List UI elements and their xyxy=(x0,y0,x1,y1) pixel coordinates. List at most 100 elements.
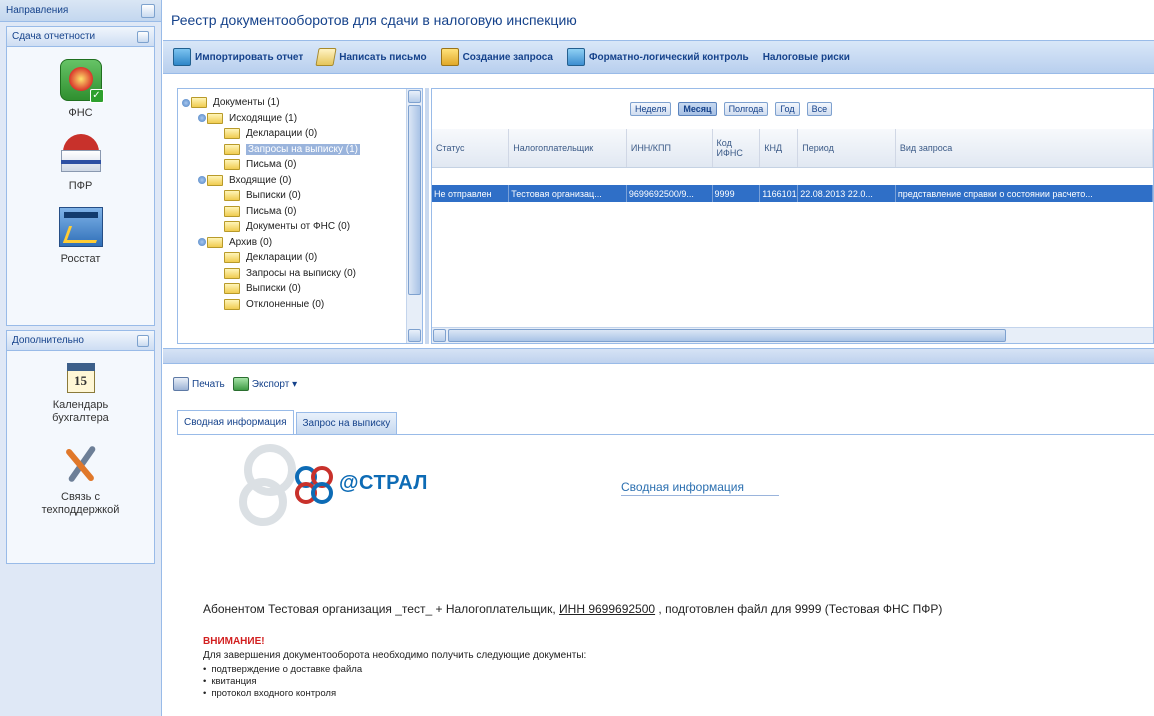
calendar-icon: 15 xyxy=(66,363,95,393)
rosstat-icon xyxy=(58,207,103,247)
table-cell: Не отправлен xyxy=(432,185,510,202)
grid-scroll-thumb[interactable] xyxy=(448,329,1006,342)
list-item: подтверждение о доставке файла xyxy=(203,664,362,676)
tree-item-label: Декларации (0) xyxy=(246,252,318,264)
tree-item[interactable]: Документы (1) xyxy=(178,95,406,111)
folder-icon xyxy=(224,252,240,264)
tree-item[interactable]: Декларации (0) xyxy=(178,126,406,142)
format-check-label: Форматно-логический контроль xyxy=(588,51,749,63)
folder-icon xyxy=(224,143,240,155)
grid-scroll-left-button[interactable] xyxy=(433,329,446,342)
horizontal-splitter[interactable] xyxy=(163,348,1154,364)
tree-scroll-down-button[interactable] xyxy=(408,329,421,342)
create-request-button[interactable]: Создание запроса xyxy=(440,48,553,66)
letter-icon xyxy=(315,48,337,66)
vertical-splitter[interactable] xyxy=(425,88,429,344)
column-header[interactable]: ИНН/КПП xyxy=(626,129,713,168)
tree-item-label: Письма (0) xyxy=(246,159,297,171)
tax-risks-label: Налоговые риски xyxy=(762,51,850,63)
tree-item[interactable]: Письма (0) xyxy=(178,204,406,220)
subscriber-suffix: , подготовлен файл для 9999 (Тестовая ФН… xyxy=(655,602,943,616)
tree-scroll-thumb[interactable] xyxy=(408,105,421,295)
tree-scroll-up-button[interactable] xyxy=(408,90,421,103)
nav-group-reporting-collapse-button[interactable] xyxy=(137,30,149,43)
subscriber-prefix: Абонентом Тестовая организация _тест_ + … xyxy=(203,602,560,616)
navigation-header: Направления xyxy=(0,0,161,22)
expand-toggle-icon[interactable] xyxy=(182,98,190,107)
nav-item-rosstat-label: Росстат xyxy=(60,253,101,265)
nav-group-additional-header[interactable]: Дополнительно xyxy=(7,331,154,351)
period-button[interactable]: Все xyxy=(806,102,833,116)
expand-toggle-icon[interactable] xyxy=(198,238,206,247)
tree-item-label: Выписки (0) xyxy=(246,190,301,202)
astral-logo-icon xyxy=(295,466,333,504)
tree-vertical-scrollbar[interactable] xyxy=(406,89,422,343)
navigation-title: Направления xyxy=(6,5,69,16)
column-header[interactable]: Период xyxy=(797,129,896,168)
column-header[interactable]: Статус xyxy=(432,129,510,168)
nav-group-reporting-header[interactable]: Сдача отчетности xyxy=(7,27,154,47)
period-button[interactable]: Полгода xyxy=(723,102,769,116)
nav-group-reporting: Сдача отчетности ✓ ФНС ПФР Росстат xyxy=(6,26,155,326)
column-header[interactable]: Налогоплательщик xyxy=(508,129,627,168)
tab-summary[interactable]: Сводная информация xyxy=(177,410,294,434)
folder-tree-panel: Документы (1) Исходящие (1) Декларации (0)… xyxy=(177,88,423,344)
tree-item[interactable]: Запросы на выписку (0) xyxy=(178,266,406,282)
tax-risks-button[interactable]: Налоговые риски xyxy=(763,52,850,63)
tree-item[interactable]: Входящие (0) xyxy=(178,173,406,189)
column-header[interactable]: Код ИФНС xyxy=(712,129,761,168)
folder-icon xyxy=(224,267,240,279)
import-icon xyxy=(173,48,191,66)
tree-item[interactable]: Письма (0) xyxy=(178,157,406,173)
format-check-button[interactable]: Форматно-логический контроль xyxy=(566,48,749,66)
folder-icon xyxy=(207,236,223,248)
print-button[interactable]: Печать xyxy=(173,377,225,391)
import-report-button[interactable]: Импортировать отчет xyxy=(173,48,303,66)
export-label: Экспорт ▾ xyxy=(251,378,298,390)
table-row[interactable]: Не отправлен Тестовая организац... 9699692… xyxy=(432,185,1153,202)
export-button[interactable]: Экспорт ▾ xyxy=(232,377,298,391)
navigation-collapse-button[interactable] xyxy=(141,3,155,18)
nav-item-fns[interactable]: ✓ ФНС xyxy=(7,47,154,120)
grid-horizontal-scrollbar[interactable] xyxy=(432,327,1153,343)
tree-item[interactable]: Выписки (0) xyxy=(178,281,406,297)
table-cell: 9999 xyxy=(712,185,761,202)
tree-item[interactable]: Отклоненные (0) xyxy=(178,297,406,313)
expand-toggle-icon[interactable] xyxy=(198,176,206,185)
nav-item-calendar-label: Календарь бухгалтера xyxy=(52,399,109,424)
tree-item[interactable]: Запросы на выписку (1) xyxy=(178,142,406,158)
period-button[interactable]: Неделя xyxy=(630,102,672,116)
tree-item-label: Письма (0) xyxy=(246,205,297,217)
documents-grid-panel: Неделя Месяц Полгода Год Все Статус Налогопла… xyxy=(431,88,1154,344)
inn-link[interactable]: ИНН 9699692500 xyxy=(559,602,655,616)
tree-item-label: Входящие (0) xyxy=(229,174,292,186)
print-label: Печать xyxy=(192,378,225,390)
tree-item[interactable]: Документы от ФНС (0) xyxy=(178,219,406,235)
nav-item-rosstat[interactable]: Росстат xyxy=(7,193,154,266)
table-header-row: Статус Налогоплательщик ИНН/КПП Код ИФНС КНД… xyxy=(432,129,1153,168)
documents-table: Статус Налогоплательщик ИНН/КПП Код ИФНС КНД… xyxy=(432,129,1153,202)
tools-icon xyxy=(59,441,103,485)
column-header[interactable]: КНД xyxy=(759,129,799,168)
warning-heading: ВНИМАНИЕ! xyxy=(203,636,265,647)
tree-item[interactable]: Архив (0) xyxy=(178,235,406,251)
tree-item-label: Исходящие (1) xyxy=(229,112,298,124)
nav-group-additional: Дополнительно 15 Календарь бухгалтера Св… xyxy=(6,330,155,564)
table-cell: Тестовая организац... xyxy=(508,185,627,202)
tree-item[interactable]: Декларации (0) xyxy=(178,250,406,266)
tree-item-label: Выписки (0) xyxy=(246,283,301,295)
expand-toggle-icon[interactable] xyxy=(198,114,206,123)
tree-item-label: Запросы на выписку (0) xyxy=(246,267,356,279)
nav-item-support[interactable]: Связь с техподдержкой xyxy=(7,425,154,517)
write-letter-button[interactable]: Написать письмо xyxy=(315,48,427,66)
period-button[interactable]: Месяц xyxy=(678,102,717,116)
nav-item-pfr[interactable]: ПФР xyxy=(7,120,154,193)
tree-item[interactable]: Выписки (0) xyxy=(178,188,406,204)
nav-item-support-label: Связь с техподдержкой xyxy=(41,491,120,516)
tree-item[interactable]: Исходящие (1) xyxy=(178,111,406,127)
column-header[interactable]: Вид запроса xyxy=(895,129,1153,168)
tab-statement-request[interactable]: Запрос на выписку xyxy=(295,412,398,434)
nav-group-additional-collapse-button[interactable] xyxy=(137,334,149,347)
period-button[interactable]: Год xyxy=(775,102,800,116)
nav-item-calendar[interactable]: 15 Календарь бухгалтера xyxy=(7,351,154,425)
